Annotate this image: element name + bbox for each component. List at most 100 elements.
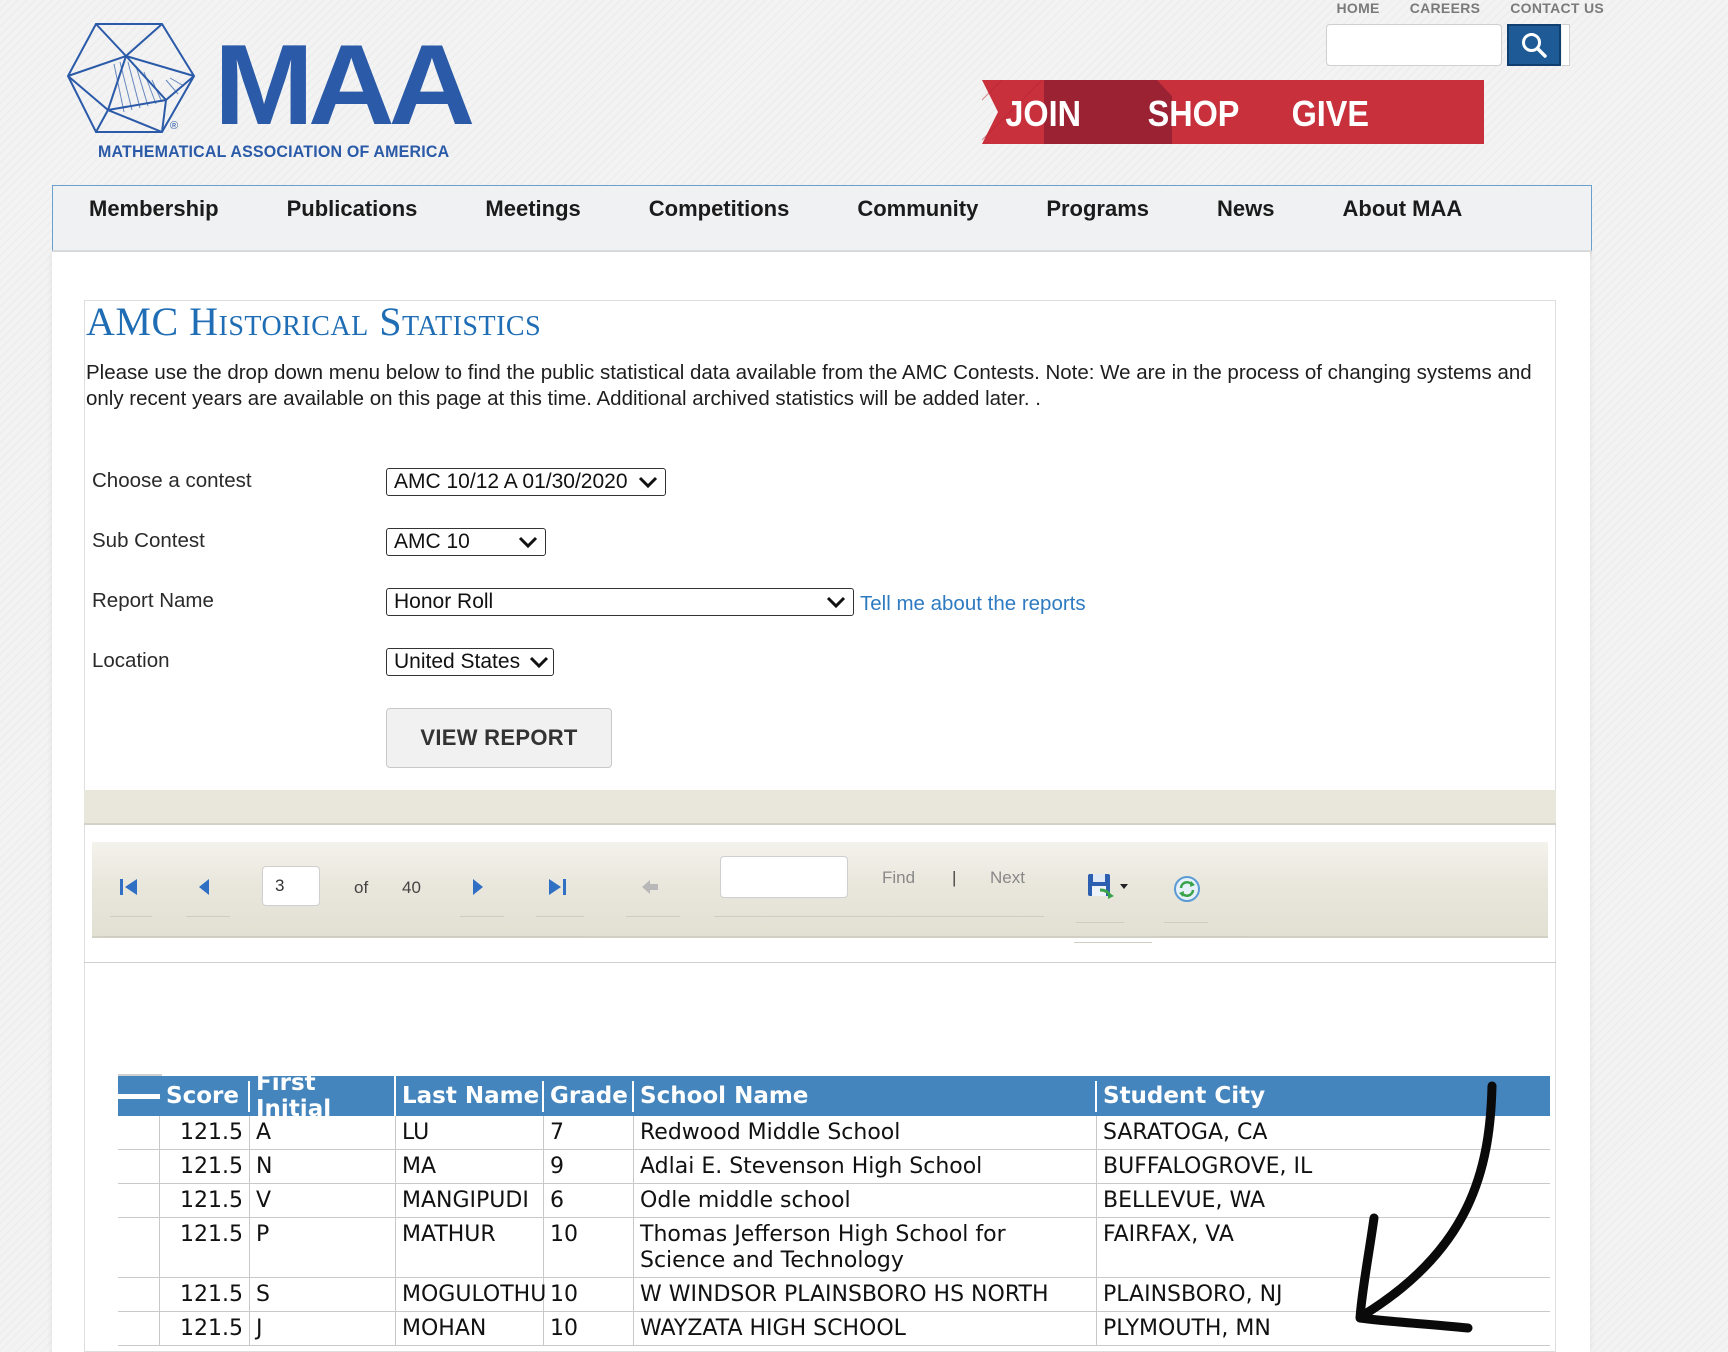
- grade-cell: 10: [544, 1312, 634, 1345]
- toolbar-divider: [460, 916, 504, 917]
- col-score-header[interactable]: Score: [160, 1080, 250, 1112]
- toolbar-divider: [1160, 936, 1248, 937]
- site-search-input[interactable]: [1326, 24, 1502, 66]
- report-select-value: Honor Roll: [394, 590, 494, 613]
- contact-us-link[interactable]: CONTACT US: [1510, 0, 1604, 16]
- row-marker: [118, 1278, 160, 1311]
- last-name-cell: MANGIPUDI: [396, 1184, 544, 1217]
- first-initial-cell: S: [250, 1278, 396, 1311]
- chevron-down-icon: [518, 536, 538, 549]
- nav-publications[interactable]: Publications: [287, 194, 418, 224]
- school-name-cell: Redwood Middle School: [634, 1116, 1097, 1149]
- col-school-name-header[interactable]: School Name: [634, 1080, 1097, 1112]
- row-marker: [118, 1218, 160, 1277]
- nav-about-maa[interactable]: About MAA: [1343, 194, 1463, 224]
- subcontest-label: Sub Contest: [92, 529, 205, 552]
- toolbar-divider: [626, 916, 680, 917]
- find-link[interactable]: Find: [882, 868, 915, 888]
- chevron-down-icon: [826, 596, 846, 609]
- back-icon[interactable]: [640, 876, 660, 898]
- table-row: 121.5 S MOGULOTHU 10 W WINDSOR PLAINSBOR…: [118, 1278, 1550, 1312]
- first-initial-cell: J: [250, 1312, 396, 1345]
- nav-programs[interactable]: Programs: [1046, 194, 1149, 224]
- nav-community[interactable]: Community: [857, 194, 978, 224]
- first-initial-cell: V: [250, 1184, 396, 1217]
- find-text-input[interactable]: [720, 856, 848, 898]
- page-title: AMC Historical Statistics: [86, 299, 542, 344]
- logo-wordmark: MAA: [214, 21, 475, 149]
- home-link[interactable]: HOME: [1337, 0, 1380, 16]
- location-label: Location: [92, 649, 170, 672]
- school-name-cell: WAYZATA HIGH SCHOOL: [634, 1312, 1097, 1345]
- report-select[interactable]: Honor Roll: [386, 588, 854, 616]
- nav-membership[interactable]: Membership: [89, 194, 219, 224]
- grade-cell: 10: [544, 1218, 634, 1277]
- last-name-cell: MA: [396, 1150, 544, 1183]
- total-pages: 40: [402, 878, 421, 897]
- last-page-icon[interactable]: [546, 876, 568, 898]
- row-marker-header: [118, 1093, 160, 1099]
- nav-news[interactable]: News: [1217, 194, 1274, 224]
- subcontest-select[interactable]: AMC 10: [386, 528, 546, 556]
- table-row: 121.5 V MANGIPUDI 6 Odle middle school B…: [118, 1184, 1550, 1218]
- nav-meetings[interactable]: Meetings: [485, 194, 580, 224]
- find-next-link[interactable]: Next: [990, 868, 1025, 888]
- location-select-value: United States: [394, 650, 521, 673]
- logo-subtitle: MATHEMATICAL ASSOCIATION OF AMERICA: [98, 142, 450, 161]
- score-cell: 121.5: [160, 1116, 250, 1149]
- toolbar-divider: [714, 916, 1044, 917]
- search-box-edge: [1562, 24, 1570, 66]
- toolbar-divider: [186, 916, 230, 917]
- join-shop-give-banner: JOIN SHOP GIVE: [982, 80, 1484, 144]
- contest-select-value: AMC 10/12 A 01/30/2020: [394, 470, 628, 493]
- last-name-cell: MOHAN: [396, 1312, 544, 1345]
- score-cell: 121.5: [160, 1184, 250, 1217]
- grade-cell: 9: [544, 1150, 634, 1183]
- row-marker: [118, 1116, 160, 1149]
- toolbar-divider: [536, 916, 584, 917]
- table-row: 121.5 N MA 9 Adlai E. Stevenson High Sch…: [118, 1150, 1550, 1184]
- school-name-cell: Thomas Jefferson High School for Science…: [634, 1218, 1097, 1277]
- search-button[interactable]: [1507, 24, 1561, 66]
- grade-cell: 7: [544, 1116, 634, 1149]
- first-initial-cell: A: [250, 1116, 396, 1149]
- give-link[interactable]: GIVE: [1292, 94, 1369, 134]
- table-row: 121.5 J MOHAN 10 WAYZATA HIGH SCHOOL PLY…: [118, 1312, 1550, 1346]
- table-row: 121.5 A LU 7 Redwood Middle School SARAT…: [118, 1116, 1550, 1150]
- toolbar-divider: [1076, 922, 1124, 923]
- refresh-icon[interactable]: [1172, 874, 1202, 904]
- careers-link[interactable]: CAREERS: [1410, 0, 1481, 16]
- report-help-link[interactable]: Tell me about the reports: [860, 592, 1086, 616]
- view-report-button[interactable]: VIEW REPORT: [386, 708, 612, 768]
- nav-competitions[interactable]: Competitions: [649, 194, 790, 224]
- save-icon[interactable]: [1086, 872, 1130, 900]
- report-header-band: [84, 790, 1556, 823]
- score-cell: 121.5: [160, 1312, 250, 1345]
- row-marker: [118, 1150, 160, 1183]
- page-number-input[interactable]: 3: [262, 866, 320, 906]
- toolbar-divider: [1164, 922, 1208, 923]
- next-page-icon[interactable]: [470, 876, 486, 898]
- col-last-name-header[interactable]: Last Name: [396, 1080, 544, 1112]
- of-label: of: [354, 878, 369, 897]
- intro-text: Please use the drop down menu below to f…: [86, 361, 1532, 410]
- first-page-icon[interactable]: [118, 876, 140, 898]
- last-name-cell: MOGULOTHU: [396, 1278, 546, 1311]
- shop-link[interactable]: SHOP: [1148, 94, 1240, 134]
- contest-select[interactable]: AMC 10/12 A 01/30/2020: [386, 468, 666, 496]
- contest-label: Choose a contest: [92, 469, 252, 492]
- registered-mark: ®: [170, 120, 179, 132]
- last-name-cell: LU: [396, 1116, 544, 1149]
- prev-page-icon[interactable]: [196, 876, 212, 898]
- location-select[interactable]: United States: [386, 648, 554, 676]
- school-name-cell: W WINDSOR PLAINSBORO HS NORTH: [634, 1278, 1097, 1311]
- promo-labels: JOIN SHOP GIVE: [1005, 94, 1369, 134]
- last-name-cell: MATHUR: [396, 1218, 544, 1277]
- maa-logo[interactable]: ® MAA MATHEMATICAL ASSOCIATION OF AMERIC…: [66, 20, 475, 170]
- first-initial-cell: P: [250, 1218, 396, 1277]
- join-link[interactable]: JOIN: [1005, 94, 1081, 134]
- col-grade-header[interactable]: Grade: [544, 1080, 634, 1112]
- school-name-cell: Odle middle school: [634, 1184, 1097, 1217]
- table-header-row: Score First Initial Last Name Grade Scho…: [118, 1067, 1550, 1125]
- chevron-down-icon: [638, 476, 658, 489]
